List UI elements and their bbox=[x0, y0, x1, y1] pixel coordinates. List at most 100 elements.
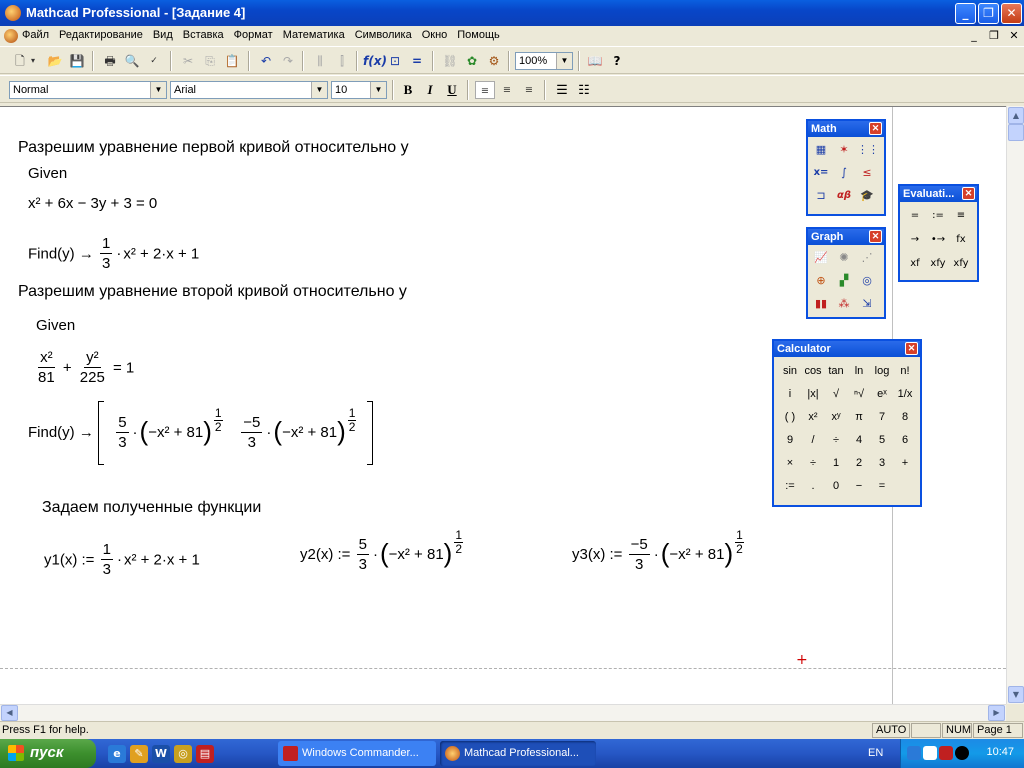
insert-function-icon[interactable]: f(x) bbox=[363, 51, 387, 71]
calc-9-button[interactable]: 9 bbox=[779, 430, 801, 450]
menu-window[interactable]: Окно bbox=[422, 29, 448, 41]
align-across-icon[interactable]: ⫼ bbox=[310, 51, 330, 71]
eval-symbolic-button[interactable]: → bbox=[904, 230, 926, 250]
task-windows-commander[interactable]: Windows Commander... bbox=[278, 741, 436, 766]
italic-button[interactable]: I bbox=[420, 81, 440, 99]
evaluation-toolbar-icon[interactable]: x= bbox=[811, 163, 831, 183]
insert-hyperlink-icon[interactable]: ⛓ bbox=[440, 51, 460, 71]
calc-square-button[interactable]: x² bbox=[802, 407, 824, 427]
eval-define-button[interactable]: := bbox=[927, 206, 949, 226]
polar-plot-icon[interactable]: ⊕ bbox=[811, 271, 831, 291]
cut-icon[interactable]: ✂ bbox=[178, 51, 198, 71]
eval-prefix-operator-button[interactable]: fx bbox=[950, 230, 972, 250]
find-1[interactable]: Find(y) → 1 3 · x² + 2·x + 1 bbox=[28, 235, 199, 274]
calc-ln-button[interactable]: ln bbox=[848, 361, 870, 381]
calculate-icon[interactable]: = bbox=[407, 51, 427, 71]
calc-cos-button[interactable]: cos bbox=[802, 361, 824, 381]
equation-1[interactable]: x² + 6x − 3y + 3 = 0 bbox=[28, 195, 157, 212]
align-left-icon[interactable]: ≡ bbox=[475, 81, 495, 99]
calc-divide-2-button[interactable]: ÷ bbox=[802, 453, 824, 473]
polar-plot-disabled-icon[interactable]: ✺ bbox=[834, 248, 854, 268]
y1-definition[interactable]: y1(x) := 1 3 · x² + 2·x + 1 bbox=[44, 541, 200, 580]
calc-tan-button[interactable]: tan bbox=[825, 361, 847, 381]
calc-divide-button[interactable]: / bbox=[802, 430, 824, 450]
copy-icon[interactable]: ⎘ bbox=[200, 51, 220, 71]
menu-view[interactable]: Вид bbox=[153, 29, 173, 41]
eval-infix-operator-button[interactable]: xfy bbox=[927, 254, 949, 274]
calc-1-button[interactable]: 1 bbox=[825, 453, 847, 473]
close-icon[interactable]: ✕ bbox=[962, 187, 975, 200]
underline-button[interactable]: U bbox=[442, 81, 462, 99]
calc-sin-button[interactable]: sin bbox=[779, 361, 801, 381]
bar-plot-icon[interactable]: ▮▮ bbox=[811, 294, 831, 314]
align-center-icon[interactable]: ≡ bbox=[497, 81, 517, 99]
run-mathconnex-icon[interactable]: ⚙ bbox=[484, 51, 504, 71]
align-down-icon[interactable]: ⫿ bbox=[332, 51, 352, 71]
scatter-plot-icon[interactable]: ⁂ bbox=[834, 294, 854, 314]
style-select[interactable]: Normal ▼ bbox=[9, 81, 167, 99]
menu-symbolics[interactable]: Символика bbox=[355, 29, 412, 41]
font-size-select[interactable]: 10 ▼ bbox=[331, 81, 387, 99]
calc-2-button[interactable]: 2 bbox=[848, 453, 870, 473]
close-icon[interactable]: ✕ bbox=[869, 122, 882, 135]
mathcad-app-icon[interactable] bbox=[5, 5, 21, 21]
calc-minus-button[interactable]: − bbox=[848, 476, 870, 496]
vector-field-plot-icon[interactable]: ⇲ bbox=[857, 294, 877, 314]
spell-check-icon[interactable]: ✓ bbox=[144, 51, 164, 71]
calculator-toolbar-icon[interactable]: ▦ bbox=[811, 140, 831, 160]
matrix-toolbar-icon[interactable]: ⋮⋮ bbox=[857, 140, 877, 160]
graph-toolbar-icon[interactable]: ✶ bbox=[834, 140, 854, 160]
insert-component-icon[interactable]: ✿ bbox=[462, 51, 482, 71]
given-2[interactable]: Given bbox=[36, 317, 75, 334]
equation-2[interactable]: x² 81 + y² 225 = 1 bbox=[34, 349, 134, 388]
eval-global-define-button[interactable]: ≡ bbox=[950, 206, 972, 226]
calc-factorial-button[interactable]: n! bbox=[894, 361, 916, 381]
resource-center-icon[interactable]: 📖 bbox=[585, 51, 605, 71]
heading-define-functions[interactable]: Задаем полученные функции bbox=[42, 499, 261, 517]
y3-definition[interactable]: y3(x) := −5 3 ·(−x² + 81) 1 2 bbox=[572, 529, 744, 575]
eval-postfix-operator-button[interactable]: xf bbox=[904, 254, 926, 274]
quick-launch-app-icon[interactable]: ✎ bbox=[130, 745, 148, 763]
xy-plot-icon[interactable]: 📈 bbox=[811, 248, 831, 268]
new-dropdown-icon[interactable]: ▾ bbox=[28, 51, 38, 71]
menu-help[interactable]: Помощь bbox=[457, 29, 500, 41]
align-right-icon[interactable]: ≡ bbox=[519, 81, 539, 99]
calc-equals-button[interactable]: = bbox=[871, 476, 893, 496]
calc-6-button[interactable]: 6 bbox=[894, 430, 916, 450]
calc-nth-root-button[interactable]: ⁿ√ bbox=[848, 384, 870, 404]
numbering-icon[interactable]: ☷ bbox=[574, 81, 594, 99]
font-select[interactable]: Arial ▼ bbox=[170, 81, 328, 99]
help-icon[interactable]: ? bbox=[607, 51, 627, 71]
boolean-toolbar-icon[interactable]: ≤ bbox=[857, 163, 877, 183]
ati-icon[interactable] bbox=[939, 746, 953, 760]
horizontal-scrollbar[interactable]: ◀ ▶ bbox=[0, 704, 1006, 721]
calc-power-button[interactable]: xʸ bbox=[825, 407, 847, 427]
calc-parens-button[interactable]: ( ) bbox=[779, 407, 801, 427]
find-2[interactable]: Find(y) → 5 3 ·(−x² + 81) 1 2 −5 3 ·(−x² + 81)… bbox=[28, 401, 373, 465]
eval-symbolic-keyword-button[interactable]: •→ bbox=[927, 230, 949, 250]
print-preview-icon[interactable]: 🔍 bbox=[122, 51, 142, 71]
task-mathcad[interactable]: Mathcad Professional... bbox=[440, 741, 596, 766]
undo-icon[interactable]: ↶ bbox=[256, 51, 276, 71]
menu-format[interactable]: Формат bbox=[234, 29, 273, 41]
menu-insert[interactable]: Вставка bbox=[183, 29, 224, 41]
calc-7-button[interactable]: 7 bbox=[871, 407, 893, 427]
symbolic-toolbar-icon[interactable]: 🎓 bbox=[857, 186, 877, 206]
zoom-select[interactable]: 100% ▼ bbox=[515, 52, 573, 70]
calc-sqrt-button[interactable]: √ bbox=[825, 384, 847, 404]
greek-toolbar-icon[interactable]: αβ bbox=[834, 186, 854, 206]
eval-treefix-operator-button[interactable]: xfy bbox=[950, 254, 972, 274]
evaluation-palette[interactable]: Evaluati... ✕ = := ≡ → •→ fx xf xfy xfy bbox=[898, 184, 979, 282]
document-icon[interactable] bbox=[4, 29, 18, 43]
given-1[interactable]: Given bbox=[28, 165, 67, 182]
calc-4-button[interactable]: 4 bbox=[848, 430, 870, 450]
calculator-palette[interactable]: Calculator ✕ sin cos tan ln log n! i |x| √ ⁿ√ eˣ 1/x… bbox=[772, 339, 922, 507]
language-indicator[interactable]: EN bbox=[868, 747, 883, 759]
calc-multiply-button[interactable]: × bbox=[779, 453, 801, 473]
doc-close-button[interactable]: ✕ bbox=[1006, 29, 1022, 43]
calc-3-button[interactable]: 3 bbox=[871, 453, 893, 473]
scroll-down-icon[interactable]: ▼ bbox=[1008, 686, 1024, 703]
word-icon[interactable]: W bbox=[152, 745, 170, 763]
calc-imaginary-button[interactable]: i bbox=[779, 384, 801, 404]
calculus-toolbar-icon[interactable]: ∫ bbox=[834, 163, 854, 183]
